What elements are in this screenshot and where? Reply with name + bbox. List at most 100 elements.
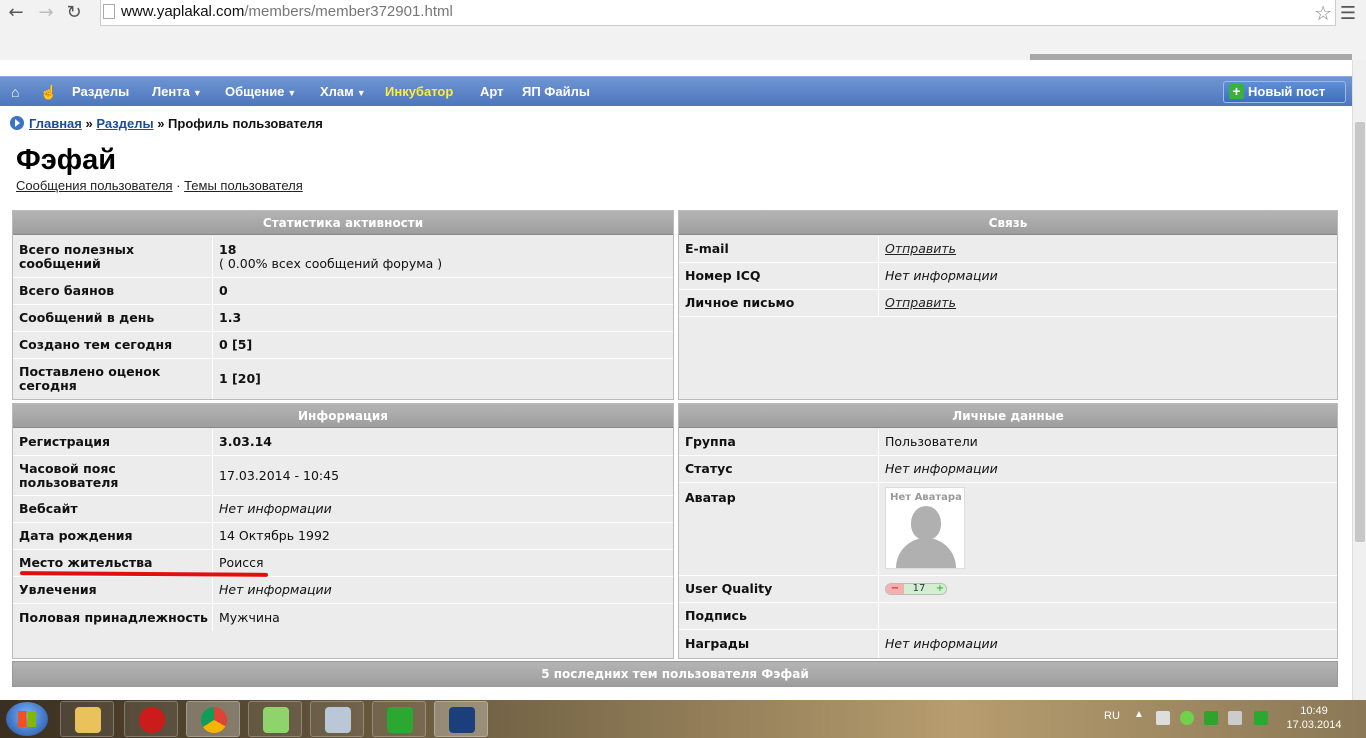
language-indicator[interactable]: RU [1104, 710, 1120, 722]
row-value: Мужчина [219, 609, 280, 625]
row-label: Создано тем сегодня [13, 332, 213, 358]
nav-incubator[interactable]: Инкубатор [385, 77, 453, 107]
last-topics-header: 5 последних тем пользователя Фэфай [12, 661, 1338, 687]
url-host: www.yaplakal.com [121, 3, 245, 20]
utorrent-tray-icon[interactable] [1254, 711, 1268, 725]
row-label: Сообщений в день [13, 305, 213, 331]
row-label: Всего баянов [13, 278, 213, 304]
table-row: Подпись [679, 603, 1337, 630]
forward-icon[interactable]: → [34, 2, 58, 24]
windows-logo-icon [18, 711, 36, 727]
table-row: User Quality − 17 + [679, 576, 1337, 603]
useful-posts-percent: ( 0.00% всех сообщений форума ) [219, 255, 443, 271]
nav-feed[interactable]: Лента ▼ [152, 77, 202, 107]
network-icon[interactable] [1156, 711, 1170, 725]
table-row: Всего баянов 0 [13, 278, 673, 305]
no-avatar-label: Нет Аватара [890, 492, 962, 503]
row-value [879, 603, 885, 629]
tray-expand-icon[interactable]: ▲ [1134, 709, 1144, 720]
contact-panel: Связь E-mail Отправить Номер ICQ Нет инф… [678, 210, 1338, 400]
table-row: Награды Нет информации [679, 630, 1337, 658]
table-row: Группа Пользователи [679, 429, 1337, 456]
rate-down-button[interactable]: − [886, 584, 904, 594]
row-label: Личное письмо [679, 290, 879, 316]
nav-art[interactable]: Арт [480, 77, 504, 107]
nav-files[interactable]: ЯП Файлы [522, 77, 590, 107]
opera-task[interactable] [124, 701, 178, 737]
url-path: /members/member372901.html [244, 3, 453, 20]
table-row: Дата рождения 14 Октябрь 1992 [13, 523, 673, 550]
volume-icon[interactable] [1228, 711, 1242, 725]
row-label: Регистрация [13, 429, 213, 455]
table-row: Увлечения Нет информации [13, 577, 673, 604]
scrollbar-thumb[interactable] [1355, 122, 1365, 542]
utorrent-task[interactable] [372, 701, 426, 737]
chrome-icon [201, 707, 227, 733]
row-value: Нет Аватара [879, 483, 965, 575]
address-bar[interactable]: www.yaplakal.com/members/member372901.ht… [100, 0, 1336, 26]
row-label: Дата рождения [13, 523, 213, 549]
row-label: Увлечения [13, 577, 213, 603]
clock-time: 10:49 [1300, 705, 1328, 717]
start-button[interactable] [6, 702, 48, 736]
info-panel: Информация Регистрация 3.03.14 Часовой п… [12, 403, 674, 659]
home-icon[interactable]: ⌂ [11, 77, 19, 107]
new-post-button[interactable]: + Новый пост [1223, 81, 1346, 103]
row-value: − 17 + [879, 576, 947, 602]
row-value: 17.03.2014 - 10:45 [219, 467, 340, 483]
table-row: Аватар Нет Аватара [679, 483, 1337, 576]
email-send-link[interactable]: Отправить [885, 242, 956, 256]
row-value: Нет информации [885, 461, 998, 476]
breadcrumb-home[interactable]: Главная [29, 116, 82, 131]
contact-panel-title: Связь [679, 211, 1337, 235]
breadcrumb-sections[interactable]: Разделы [96, 116, 153, 131]
nav-chat-label: Общение [225, 84, 285, 99]
nav-chat[interactable]: Общение ▼ [225, 77, 296, 107]
notepad-task[interactable] [248, 701, 302, 737]
back-icon[interactable]: ← [4, 2, 28, 24]
calculator-icon [325, 707, 351, 733]
table-row: Регистрация 3.03.14 [13, 429, 673, 456]
row-label: Аватар [679, 483, 879, 575]
row-label: Подпись [679, 603, 879, 629]
user-quality-value: 17 [904, 584, 934, 594]
nav-junk[interactable]: Хлам ▼ [320, 77, 366, 107]
profile-links: Сообщения пользователя · Темы пользовате… [16, 178, 303, 193]
personal-panel-title: Личные данные [679, 404, 1337, 428]
table-row: Вебсайт Нет информации [13, 496, 673, 523]
nav-sections[interactable]: Разделы [72, 77, 129, 107]
row-label: Статус [679, 456, 879, 482]
icq-icon[interactable] [1180, 711, 1194, 725]
play-icon [10, 116, 24, 130]
avatar-body-shape [896, 538, 956, 568]
table-row: Часовой пояс пользователя 17.03.2014 - 1… [13, 456, 673, 496]
nav-junk-label: Хлам [320, 84, 354, 99]
explorer-task[interactable] [60, 701, 114, 737]
chevron-down-icon: ▼ [356, 88, 366, 98]
table-row: Сообщений в день 1.3 [13, 305, 673, 332]
row-label: Половая принадлежность [13, 604, 213, 631]
calculator-task[interactable] [310, 701, 364, 737]
rate-up-button[interactable]: + [934, 584, 946, 594]
stats-panel: Статистика активности Всего полезных соо… [12, 210, 674, 400]
user-topics-link[interactable]: Темы пользователя [184, 178, 303, 193]
breadcrumb: Главная » Разделы » Профиль пользователя [10, 116, 323, 131]
row-label: Номер ICQ [679, 263, 879, 289]
row-value: 18 ( 0.00% всех сообщений форума ) [213, 236, 442, 277]
row-value: Отправить [879, 290, 956, 316]
reload-icon[interactable]: ↻ [62, 2, 86, 24]
row-value: Нет информации [219, 501, 332, 516]
scrollbar[interactable] [1352, 60, 1366, 700]
security-icon[interactable] [1204, 711, 1218, 725]
menu-icon[interactable]: ☰ [1340, 3, 1356, 24]
photoshop-task[interactable] [434, 701, 488, 737]
row-label: E-mail [679, 236, 879, 262]
pm-send-link[interactable]: Отправить [885, 296, 956, 310]
user-posts-link[interactable]: Сообщения пользователя [16, 178, 173, 193]
chrome-task[interactable] [186, 701, 240, 737]
new-post-label: Новый пост [1248, 84, 1326, 99]
breadcrumb-separator: » [157, 116, 165, 131]
bookmark-star-icon[interactable]: ☆ [1314, 1, 1332, 25]
like-icon[interactable]: ☝ [40, 77, 57, 107]
clock[interactable]: 10:49 17.03.2014 [1284, 704, 1344, 732]
